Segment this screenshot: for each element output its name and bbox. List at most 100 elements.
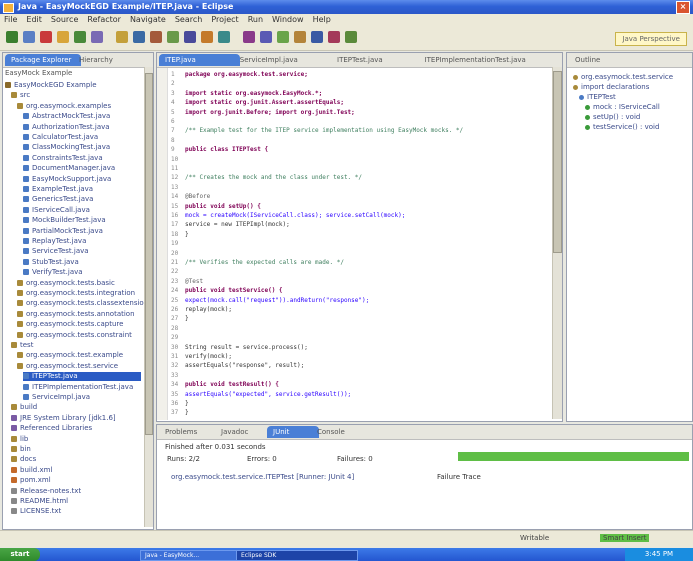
tree-item[interactable]: docs xyxy=(11,455,141,464)
outline-item[interactable]: ITEPTest xyxy=(579,93,616,102)
toolbar-button-18[interactable] xyxy=(311,31,323,43)
code-line[interactable]: public void testResult() { xyxy=(185,381,279,388)
outline-item[interactable]: setUp() : void xyxy=(585,113,640,122)
toolbar-button-17[interactable] xyxy=(294,31,306,43)
tree-item[interactable]: org.easymock.tests.integration xyxy=(17,289,141,298)
tree-item[interactable]: Release-notes.txt xyxy=(11,487,141,496)
outline-item[interactable]: testService() : void xyxy=(585,123,659,132)
code-line[interactable]: /** Example test for the ITEP service im… xyxy=(185,127,463,134)
tree-item[interactable]: org.easymock.examples xyxy=(17,102,141,111)
menu-item-help[interactable]: Help xyxy=(313,15,331,24)
package-explorer-scrollbar[interactable] xyxy=(144,67,153,527)
tree-item[interactable]: AuthorizationTest.java xyxy=(23,123,141,132)
code-line[interactable]: import static org.easymock.EasyMock.*; xyxy=(185,90,322,97)
toolbar-button-12[interactable] xyxy=(201,31,213,43)
window-close-button[interactable]: × xyxy=(676,1,690,14)
toolbar-button-5[interactable] xyxy=(74,31,86,43)
code-line[interactable]: service = new ITEPImpl(mock); xyxy=(185,221,290,228)
editor-tab[interactable]: ITEP.java xyxy=(159,54,240,66)
bottom-tab-javadoc[interactable]: Javadoc xyxy=(215,426,275,438)
tree-item[interactable]: ExampleTest.java xyxy=(23,185,141,194)
toolbar-button-1[interactable] xyxy=(6,31,18,43)
toolbar-button-3[interactable] xyxy=(40,31,52,43)
tree-item[interactable]: test xyxy=(11,341,141,350)
code-line[interactable]: verify(mock); xyxy=(185,353,232,360)
tree-item[interactable]: LICENSE.txt xyxy=(11,507,141,516)
tree-item[interactable]: GenericsTest.java xyxy=(23,195,141,204)
code-line[interactable]: import org.junit.Before; import org.juni… xyxy=(185,109,355,116)
toolbar-button-20[interactable] xyxy=(345,31,357,43)
tree-item[interactable]: ClassMockingTest.java xyxy=(23,143,141,152)
tree-item[interactable]: MockBuilderTest.java xyxy=(23,216,141,225)
editor-tab[interactable]: ITEPImplementationTest.java xyxy=(419,54,557,66)
code-line[interactable]: import static org.junit.Assert.assertEqu… xyxy=(185,99,344,106)
toolbar-button-8[interactable] xyxy=(133,31,145,43)
code-line[interactable]: replay(mock); xyxy=(185,306,232,313)
code-line[interactable]: public void setUp() { xyxy=(185,203,261,210)
outline-item[interactable]: org.easymock.test.service xyxy=(573,73,673,82)
toolbar-button-6[interactable] xyxy=(91,31,103,43)
code-line[interactable]: } xyxy=(185,409,189,416)
code-line[interactable]: } xyxy=(185,231,189,238)
code-line[interactable]: assertEquals("expected", service.getResu… xyxy=(185,391,351,398)
menu-item-project[interactable]: Project xyxy=(211,15,238,24)
bottom-tab-console[interactable]: Console xyxy=(311,426,371,438)
outline-item[interactable]: mock : IServiceCall xyxy=(585,103,660,112)
tree-item[interactable]: bin xyxy=(11,445,141,454)
toolbar-button-15[interactable] xyxy=(260,31,272,43)
tree-item[interactable]: ITEPImplementationTest.java xyxy=(23,383,141,392)
toolbar-button-19[interactable] xyxy=(328,31,340,43)
tree-item[interactable]: org.easymock.tests.annotation xyxy=(17,310,141,319)
tree-item[interactable]: Referenced Libraries xyxy=(11,424,141,433)
tree-item[interactable]: EasyMockEGD Example xyxy=(5,81,141,90)
tree-item[interactable]: ServiceTest.java xyxy=(23,247,141,256)
menu-item-edit[interactable]: Edit xyxy=(26,15,42,24)
tree-item[interactable]: README.html xyxy=(11,497,141,506)
tab-outline[interactable]: Outline xyxy=(569,54,621,66)
tree-item[interactable]: AbstractMockTest.java xyxy=(23,112,141,121)
tree-item[interactable]: org.easymock.tests.capture xyxy=(17,320,141,329)
code-line[interactable]: mock = createMock(IServiceCall.class); s… xyxy=(185,212,405,219)
start-button[interactable]: start xyxy=(0,548,40,561)
tab-package-explorer[interactable]: Package Explorer xyxy=(5,54,81,66)
menu-item-file[interactable]: File xyxy=(4,15,17,24)
tree-item[interactable]: build xyxy=(11,403,141,412)
bottom-tab-problems[interactable]: Problems xyxy=(159,426,223,438)
code-line[interactable]: package org.easymock.test.service; xyxy=(185,71,308,78)
java-perspective-button[interactable]: Java Perspective xyxy=(615,32,687,46)
tree-item[interactable]: JRE System Library [jdk1.6] xyxy=(11,414,141,423)
tree-item[interactable]: EasyMockSupport.java xyxy=(23,175,141,184)
tree-item[interactable]: pom.xml xyxy=(11,476,141,485)
taskbar-item-eclipse-java[interactable]: Java - EasyMock... xyxy=(140,550,238,561)
tree-item[interactable]: org.easymock.tests.basic xyxy=(17,279,141,288)
menu-item-refactor[interactable]: Refactor xyxy=(87,15,121,24)
toolbar-button-14[interactable] xyxy=(243,31,255,43)
tree-item[interactable]: ReplayTest.java xyxy=(23,237,141,246)
package-explorer-scroll-thumb[interactable] xyxy=(145,73,153,435)
taskbar-item-eclipse-sdk[interactable]: Eclipse SDK xyxy=(236,550,358,561)
tree-item[interactable]: org.easymock.test.service xyxy=(17,362,141,371)
menu-item-run[interactable]: Run xyxy=(248,15,263,24)
tree-item[interactable]: org.easymock.tests.classextension xyxy=(17,299,148,308)
toolbar-button-2[interactable] xyxy=(23,31,35,43)
toolbar-button-10[interactable] xyxy=(167,31,179,43)
code-line[interactable]: String result = service.process(); xyxy=(185,344,308,351)
code-line[interactable]: @Before xyxy=(185,193,210,200)
tree-item[interactable]: DocumentManager.java xyxy=(23,164,141,173)
code-line[interactable]: /** Creates the mock and the class under… xyxy=(185,174,362,181)
tree-item[interactable]: lib xyxy=(11,435,141,444)
tree-item[interactable]: ServiceImpl.java xyxy=(23,393,141,402)
code-line[interactable]: expect(mock.call("request")).andReturn("… xyxy=(185,297,369,304)
menu-item-navigate[interactable]: Navigate xyxy=(130,15,166,24)
editor-scrollbar[interactable] xyxy=(552,67,562,419)
menu-item-source[interactable]: Source xyxy=(51,15,78,24)
code-line[interactable]: } xyxy=(185,400,189,407)
code-line[interactable]: @Test xyxy=(185,278,203,285)
editor-scroll-thumb[interactable] xyxy=(553,71,562,253)
outline-item[interactable]: import declarations xyxy=(573,83,649,92)
tree-item[interactable]: org.easymock.test.example xyxy=(17,351,141,360)
menu-item-window[interactable]: Window xyxy=(272,15,304,24)
tree-item[interactable]: ConstraintsTest.java xyxy=(23,154,141,163)
toolbar-button-11[interactable] xyxy=(184,31,196,43)
toolbar-button-13[interactable] xyxy=(218,31,230,43)
